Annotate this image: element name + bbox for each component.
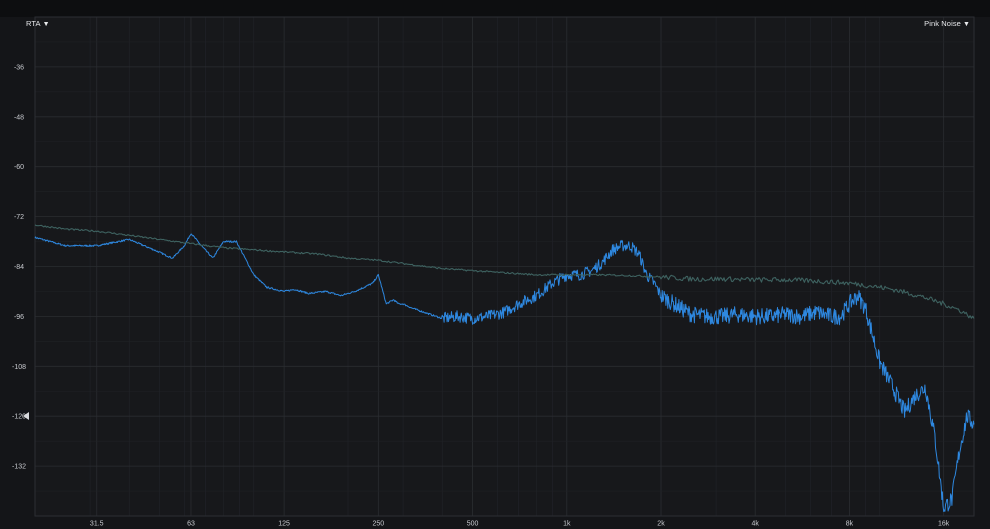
- x-tick-label: 125: [278, 521, 290, 528]
- y-tick-label: -96: [14, 314, 24, 321]
- x-tick-label: 2k: [657, 521, 665, 528]
- y-tick-label: -72: [14, 214, 24, 221]
- grid: [34, 16, 975, 517]
- y-tick-label: -84: [14, 264, 24, 271]
- x-tick-label: 16k: [938, 521, 950, 528]
- triangle-down-icon: ▼: [42, 21, 50, 28]
- reference-level-handle[interactable]: [23, 412, 29, 421]
- x-tick-label: 63: [187, 521, 195, 528]
- rta-mode-label: RTA: [26, 19, 41, 28]
- y-tick-label: -36: [14, 64, 24, 71]
- x-tick-label: 31.5: [90, 521, 104, 528]
- rta-window: -36 -48 -60 -72 -84 -96 -108 -120 -132 31.5 63 125 2…: [0, 0, 990, 529]
- x-tick-label: 1k: [563, 521, 571, 528]
- y-tick-label: -132: [12, 464, 26, 471]
- y-tick-label: -108: [12, 364, 26, 371]
- y-tick-label: -60: [14, 164, 24, 171]
- x-tick-label: 4k: [752, 521, 760, 528]
- noise-source-dropdown[interactable]: Pink Noise ▼: [924, 19, 970, 28]
- x-tick-label: 250: [372, 521, 384, 528]
- rta-mode-dropdown[interactable]: RTA ▼: [26, 19, 50, 28]
- x-tick-label: 500: [467, 521, 479, 528]
- triangle-down-icon: ▼: [962, 21, 970, 28]
- x-tick-label: 8k: [846, 521, 854, 528]
- noise-source-label: Pink Noise: [924, 19, 961, 28]
- y-tick-label: -48: [14, 114, 24, 121]
- rta-chart[interactable]: -36-48-60-72-84-96-108-120-13231.5 63 125 2…: [0, 0, 990, 529]
